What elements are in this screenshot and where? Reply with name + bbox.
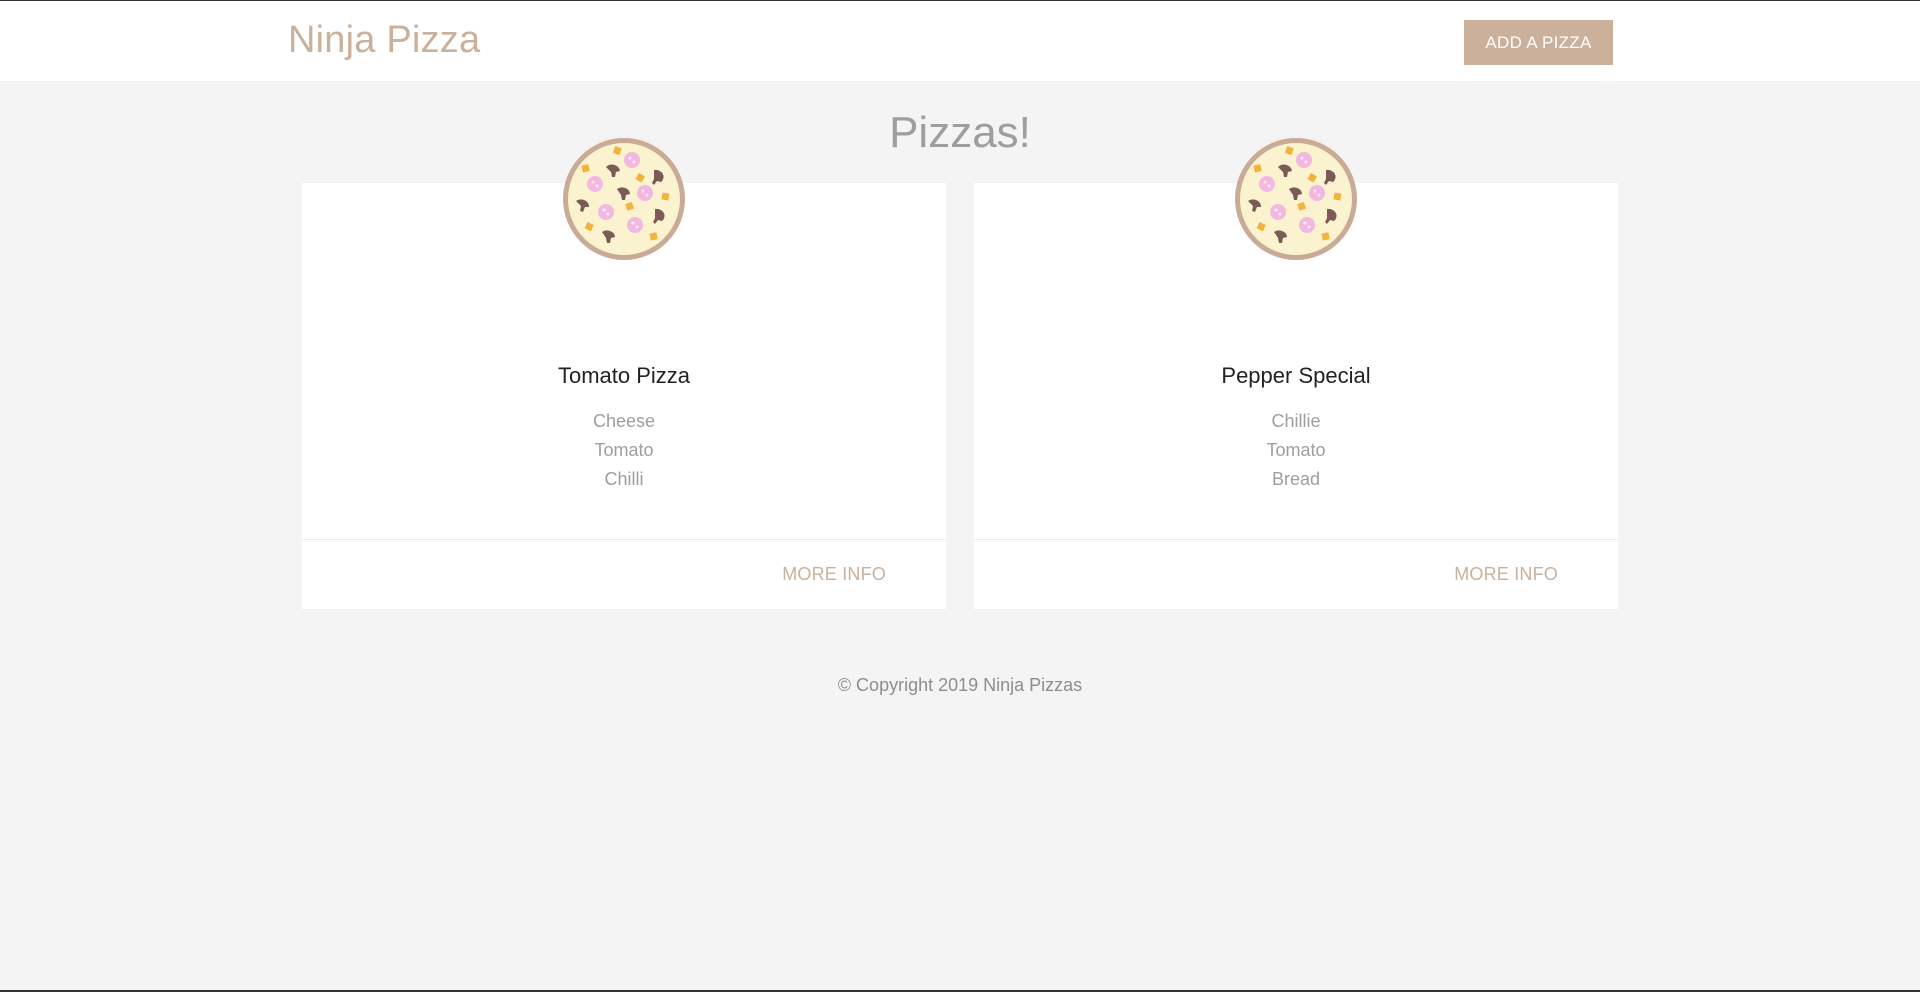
ingredient-item: Chillie — [1271, 411, 1321, 431]
ingredient-item: Bread — [1271, 469, 1321, 489]
ingredient-list: Chillie Tomato Bread — [974, 407, 1618, 494]
card-action-bar: MORE INFO — [302, 539, 946, 609]
pizza-card: Tomato Pizza Cheese Tomato Chilli MORE I… — [302, 138, 946, 609]
ingredient-list: Cheese Tomato Chilli — [302, 407, 946, 494]
pizza-icon — [1235, 138, 1357, 260]
pizza-card: Pepper Special Chillie Tomato Bread MORE… — [974, 138, 1618, 609]
more-info-link[interactable]: MORE INFO — [782, 564, 886, 585]
ingredient-item: Tomato — [1266, 440, 1326, 460]
footer-copyright: © Copyright 2019 Ninja Pizzas — [837, 675, 1083, 695]
ingredient-item: Chilli — [604, 469, 644, 489]
brand-logo[interactable]: Ninja Pizza — [288, 19, 480, 62]
add-pizza-button[interactable]: ADD A PIZZA — [1464, 20, 1613, 65]
card-action-bar: MORE INFO — [974, 539, 1618, 609]
ingredient-item: Cheese — [592, 411, 656, 431]
page-title: Pizzas! — [889, 108, 1031, 157]
pizza-title: Pepper Special — [1221, 363, 1371, 388]
ingredient-item: Tomato — [594, 440, 654, 460]
top-navbar: Ninja Pizza ADD A PIZZA — [0, 1, 1920, 81]
more-info-link[interactable]: MORE INFO — [1454, 564, 1558, 585]
pizza-title: Tomato Pizza — [557, 363, 691, 388]
pizza-icon — [563, 138, 685, 260]
